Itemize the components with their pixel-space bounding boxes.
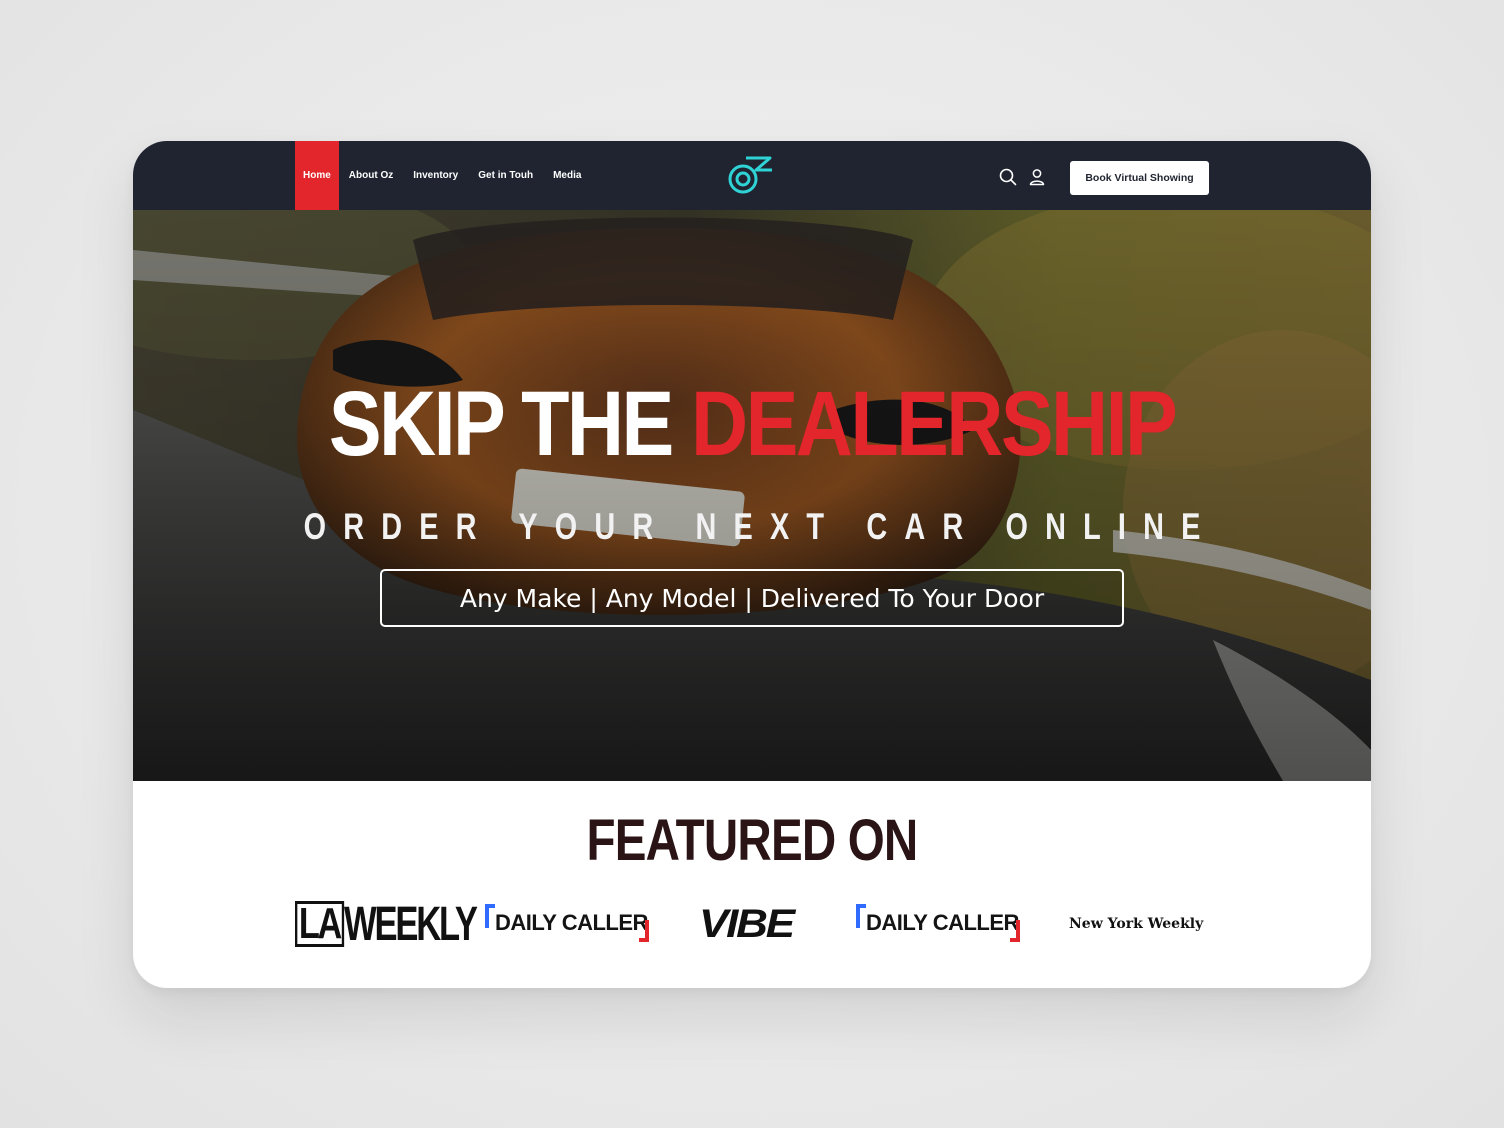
nav-contact[interactable]: Get in Touh — [468, 141, 543, 210]
daily-caller-text: DAILY CALLER — [495, 910, 648, 935]
oz-logo-icon[interactable] — [726, 152, 776, 196]
hero-title: SKIP THE DEALERSHIP — [220, 378, 1285, 470]
vibe-logo: VIBE — [699, 901, 795, 946]
nav-about[interactable]: About Oz — [339, 141, 403, 210]
new-york-weekly-logo: New York Weekly — [1069, 916, 1204, 932]
search-icon[interactable] — [999, 168, 1017, 186]
hero-car-image — [133, 210, 1371, 781]
hero-title-white: SKIP THE — [328, 373, 674, 475]
la-weekly-logo-weekly: WEEKLY — [343, 897, 478, 951]
daily-caller-logo: DAILY CALLER — [485, 896, 649, 952]
hero-tagline-box: Any Make | Any Model | Delivered To Your… — [380, 569, 1124, 627]
top-nav: Home About Oz Inventory Get in Touh Medi… — [133, 141, 1371, 210]
hero-section: SKIP THE DEALERSHIP ORDER YOUR NEXT CAR … — [133, 210, 1371, 781]
daily-caller-logo-2: DAILY CALLER — [856, 896, 1020, 952]
nav-inventory[interactable]: Inventory — [403, 141, 468, 210]
user-icon[interactable] — [1028, 168, 1046, 186]
daily-caller-bracket-left — [485, 904, 495, 928]
daily-caller-bracket-right — [1010, 920, 1020, 942]
website-card: Home About Oz Inventory Get in Touh Medi… — [133, 141, 1371, 988]
nav-media[interactable]: Media — [543, 141, 591, 210]
hero-subtitle: ORDER YOUR NEXT CAR ONLINE — [303, 506, 1218, 547]
daily-caller-bracket-left — [856, 904, 866, 928]
nav-links: Home About Oz Inventory Get in Touh Medi… — [295, 141, 591, 210]
nav-home[interactable]: Home — [295, 141, 339, 210]
featured-title: FEATURED ON — [586, 808, 919, 873]
daily-caller-bracket-right — [639, 920, 649, 942]
book-virtual-showing-button[interactable]: Book Virtual Showing — [1070, 161, 1209, 195]
hero-title-red: DEALERSHIP — [691, 373, 1178, 475]
la-weekly-logo-la: LA — [295, 901, 344, 947]
daily-caller-text: DAILY CALLER — [866, 910, 1019, 935]
